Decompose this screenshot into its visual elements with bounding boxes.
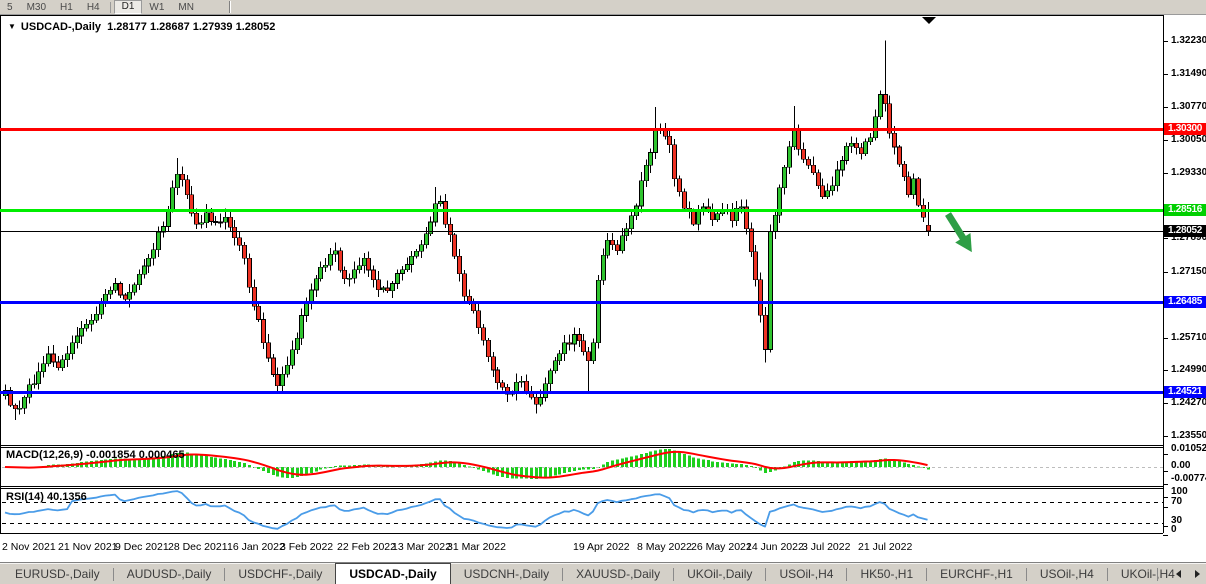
price-badge: 1.30300: [1164, 123, 1206, 135]
price-badge: 1.28516: [1164, 204, 1206, 216]
timeframe-button-5[interactable]: 5: [0, 1, 20, 14]
macd-axis-label: 0.00: [1171, 460, 1190, 471]
down-right-arrow-icon[interactable]: [940, 209, 979, 257]
date-label: 3 Feb 2022: [280, 541, 333, 553]
chart-title: ▼ USDCAD-,Daily 1.28177 1.28687 1.27939 1…: [8, 21, 275, 33]
rsi-value: 40.1356: [47, 491, 87, 503]
tab-scroll-controls: [1157, 563, 1200, 584]
symbol-tab-eurusd[interactable]: EURUSD-,Daily: [2, 563, 113, 584]
date-label: 9 Dec 2021: [115, 541, 169, 553]
date-label: 14 Jun 2022: [746, 541, 804, 553]
symbol-tab-xauusd[interactable]: XAUUSD-,Daily: [563, 563, 673, 584]
macd-main-value: -0.001854: [86, 449, 136, 461]
timeframe-button-mn[interactable]: MN: [171, 1, 201, 14]
chart-symbol-label: USDCAD-,Daily: [21, 21, 101, 33]
timeframe-button-h4[interactable]: H4: [80, 1, 107, 14]
price-tick-label: 1.32230: [1171, 35, 1206, 46]
tab-scroll-left-icon[interactable]: [1176, 570, 1181, 578]
date-label: 31 Mar 2022: [447, 541, 506, 553]
date-label: 2 Nov 2021: [2, 541, 56, 553]
date-label: 3 Jul 2022: [802, 541, 850, 553]
date-label: 13 Mar 2022: [392, 541, 451, 553]
price-badge: 1.28052: [1164, 225, 1206, 237]
symbol-tab-ukoil[interactable]: UKOil-,Daily: [674, 563, 765, 584]
symbol-tab-bar: EURUSD-,DailyAUDUSD-,DailyUSDCHF-,DailyU…: [0, 562, 1206, 584]
date-label: 8 May 2022: [637, 541, 692, 553]
down-triangle-marker-icon: [922, 17, 936, 24]
ohlc-open-value: 1.28177: [107, 21, 147, 33]
timeframe-button-m30[interactable]: M30: [20, 1, 53, 14]
price-tick-label: 1.23550: [1171, 430, 1206, 441]
macd-indicator-label: MACD(12,26,9) -0.001854 0.000465: [6, 449, 185, 461]
symbol-tab-usoil[interactable]: USOil-,H4: [1027, 563, 1107, 584]
toolbar-section-divider: [229, 1, 230, 13]
macd-signal-value: 0.000465: [139, 449, 185, 461]
symbol-tab-usoil[interactable]: USOil-,H4: [766, 563, 846, 584]
timeframe-button-h1[interactable]: H1: [53, 1, 80, 14]
price-tick-label: 1.25710: [1171, 332, 1206, 343]
ohlc-close-value: 1.28052: [236, 21, 276, 33]
date-label: 21 Jul 2022: [858, 541, 912, 553]
ohlc-low-value: 1.27939: [193, 21, 233, 33]
price-tick-label: 1.29330: [1171, 167, 1206, 178]
trading-terminal-window: 5M30H1H4 D1W1MN ▼ USDCAD-,Daily 1.28177 1.…: [0, 0, 1206, 584]
date-label: 28 Dec 2021: [168, 541, 228, 553]
date-label: 16 Jan 2022: [227, 541, 285, 553]
date-label: 22 Feb 2022: [337, 541, 396, 553]
timeframe-button-d1[interactable]: D1: [114, 0, 143, 14]
price-tick-label: 1.30770: [1171, 101, 1206, 112]
date-label: 26 May 2022: [691, 541, 752, 553]
tab-divider: [1157, 568, 1158, 581]
timeframe-button-w1[interactable]: W1: [142, 1, 171, 14]
rsi-axis-label: 0: [1171, 524, 1177, 535]
date-label: 19 Apr 2022: [573, 541, 630, 553]
date-label: 21 Nov 2021: [58, 541, 118, 553]
macd-name: MACD(12,26,9): [6, 449, 83, 461]
symbol-tab-hk50[interactable]: HK50-,H1: [847, 563, 926, 584]
price-tick-label: 1.24270: [1171, 397, 1206, 408]
rsi-axis-label: 70: [1171, 496, 1182, 507]
symbol-tab-usdcnh[interactable]: USDCNH-,Daily: [451, 563, 562, 584]
price-tick-label: 1.31490: [1171, 68, 1206, 79]
price-tick-label: 1.27150: [1171, 266, 1206, 277]
price-tick-label: 1.30050: [1171, 134, 1206, 145]
price-badge: 1.26485: [1164, 296, 1206, 308]
symbol-tab-eurchf[interactable]: EURCHF-,H1: [927, 563, 1026, 584]
symbol-tab-usdchf[interactable]: USDCHF-,Daily: [225, 563, 335, 584]
rsi-name: RSI(14): [6, 491, 44, 503]
price-badge: 1.24521: [1164, 386, 1206, 398]
toolbar-divider: [110, 2, 111, 13]
candlestick-chart[interactable]: [0, 0, 1206, 584]
symbol-tab-usdcad[interactable]: USDCAD-,Daily: [335, 563, 450, 584]
rsi-indicator-label: RSI(14) 40.1356: [6, 491, 87, 503]
chart-dropdown-icon[interactable]: ▼: [8, 22, 16, 31]
price-tick-label: 1.24990: [1171, 364, 1206, 375]
timeframe-toolbar: 5M30H1H4 D1W1MN: [0, 0, 1206, 15]
ohlc-high-value: 1.28687: [150, 21, 190, 33]
macd-axis-label: 0.01052: [1171, 443, 1206, 454]
symbol-tab-audusd[interactable]: AUDUSD-,Daily: [114, 563, 225, 584]
tab-scroll-right-icon[interactable]: [1195, 570, 1200, 578]
candles-group: [4, 40, 931, 420]
macd-axis-label: -0.00774: [1171, 473, 1206, 484]
